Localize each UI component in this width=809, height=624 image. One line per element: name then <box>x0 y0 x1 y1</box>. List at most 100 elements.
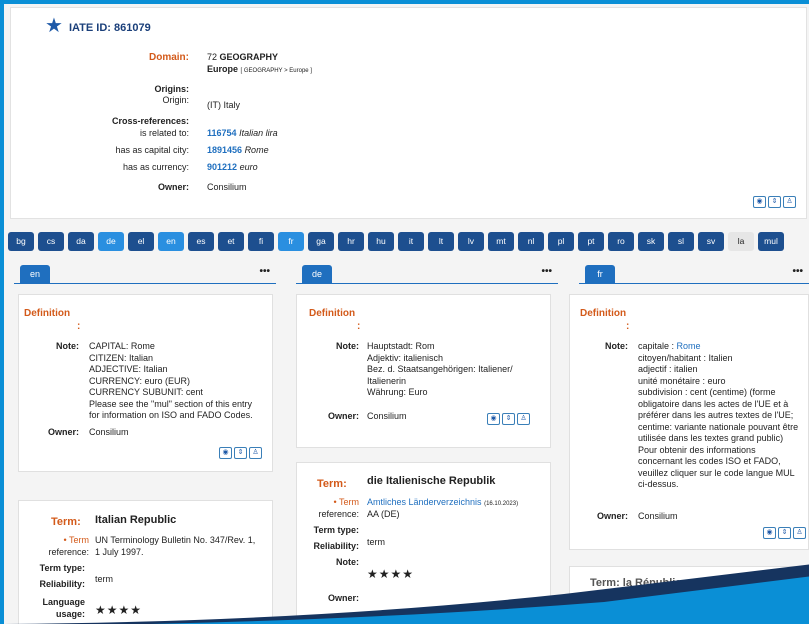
more-dots-icon[interactable]: ••• <box>541 266 552 277</box>
owner-label: Owner: <box>327 411 359 421</box>
domain-sub: Europe [ GEOGRAPHY > Europe ] <box>207 64 312 74</box>
bottom-decoration <box>4 564 809 624</box>
lang-button-lv[interactable]: lv <box>458 232 484 251</box>
view-icon[interactable]: ◉ <box>763 527 776 539</box>
reliability-label: Reliability: <box>313 541 359 551</box>
lang-button-et[interactable]: et <box>218 232 244 251</box>
definition-card: Definition : Note: Hauptstadt: Rom Adjekt… <box>296 294 551 448</box>
lang-button-es[interactable]: es <box>188 232 214 251</box>
person-icon[interactable]: ♙ <box>517 413 530 425</box>
lang-button-pl[interactable]: pl <box>548 232 574 251</box>
column-header: fr ••• <box>579 262 809 284</box>
lang-button-cs[interactable]: cs <box>38 232 64 251</box>
note-line: citoyen/habitant : Italien <box>638 352 733 363</box>
view-icon[interactable]: ◉ <box>219 447 232 459</box>
lang-button-pt[interactable]: pt <box>578 232 604 251</box>
lang-button-hr[interactable]: hr <box>338 232 364 251</box>
view-icon[interactable]: ◉ <box>487 413 500 425</box>
tab-fr[interactable]: fr <box>585 265 615 284</box>
person-icon[interactable]: ♙ <box>783 196 796 208</box>
xref-item[interactable]: 901212 euro <box>207 162 258 172</box>
lang-button-la[interactable]: la <box>728 232 754 251</box>
term-label: Term: <box>317 478 347 490</box>
lang-button-sl[interactable]: sl <box>668 232 694 251</box>
definition-colon: : <box>77 321 81 332</box>
note-line: subdivision : cent (centime) (forme <box>638 387 776 397</box>
xref-rel: has as capital city: <box>115 145 189 155</box>
domain-value: 72 GEOGRAPHY <box>207 52 279 62</box>
lang-button-bg[interactable]: bg <box>8 232 34 251</box>
tab-de[interactable]: de <box>302 265 332 284</box>
lang-button-fr[interactable]: fr <box>278 232 304 251</box>
note-line: CAPITAL: Rome <box>89 341 155 351</box>
note-label: Note: <box>336 341 359 351</box>
note-line: unité monétaire : euro <box>638 375 726 386</box>
card-actions: ◉ ⇕ ♙ <box>763 527 806 539</box>
xref-rel: is related to: <box>139 128 189 138</box>
term-ref-line: UN Terminology Bulletin No. 347/Rev. 1, <box>95 535 256 545</box>
xref-item[interactable]: 1891456 Rome <box>207 145 269 155</box>
tab-en[interactable]: en <box>20 265 50 284</box>
note-line: concernant les codes ISO et FADO, <box>638 456 781 466</box>
expand-icon[interactable]: ⇕ <box>502 413 515 425</box>
lang-button-da[interactable]: da <box>68 232 94 251</box>
lang-button-sv[interactable]: sv <box>698 232 724 251</box>
definition-title: Definition <box>309 308 356 319</box>
expand-icon[interactable]: ⇕ <box>234 447 247 459</box>
definition-title: Definition <box>580 308 627 319</box>
note-line: Italienerin <box>367 375 407 386</box>
more-dots-icon[interactable]: ••• <box>259 266 270 277</box>
lang-button-sk[interactable]: sk <box>638 232 664 251</box>
owner-value: Consilium <box>89 427 129 437</box>
note-label: Note: <box>56 341 79 351</box>
domain-label: Domain: <box>149 52 189 63</box>
lang-button-nl[interactable]: nl <box>518 232 544 251</box>
lang-button-lt[interactable]: lt <box>428 232 454 251</box>
lang-button-ga[interactable]: ga <box>308 232 334 251</box>
lang-button-de[interactable]: de <box>98 232 124 251</box>
origin-label: Origin: <box>162 95 189 105</box>
note-line: for information on ISO and FADO Codes. <box>89 410 253 420</box>
lang-button-it[interactable]: it <box>398 232 424 251</box>
xref-item[interactable]: 116754 Italian lira <box>207 128 278 138</box>
view-icon[interactable]: ◉ <box>753 196 766 208</box>
owner-value: Consilium <box>367 411 407 421</box>
note-line: CURRENCY SUBUNIT: cent <box>89 387 203 397</box>
note-line: CITIZEN: Italian <box>89 352 154 363</box>
definition-title: Definition <box>24 308 71 319</box>
note-line: Please see the "mul" section of this ent… <box>89 398 252 409</box>
definition-colon: : <box>357 321 361 332</box>
header-action-buttons: ◉ ⇕ ♙ <box>753 196 796 208</box>
lang-button-hu[interactable]: hu <box>368 232 394 251</box>
note-line: Hauptstadt: Rom <box>367 341 435 351</box>
expand-icon[interactable]: ⇕ <box>768 196 781 208</box>
note-line: CURRENCY: euro (EUR) <box>89 375 191 386</box>
note-line: Währung: Euro <box>367 387 428 397</box>
expand-icon[interactable]: ⇕ <box>778 527 791 539</box>
person-icon[interactable]: ♙ <box>793 527 806 539</box>
term-ref-label: • Term <box>63 535 90 545</box>
term-ref-label: • Term <box>333 497 360 507</box>
lang-button-mt[interactable]: mt <box>488 232 514 251</box>
lang-button-el[interactable]: el <box>128 232 154 251</box>
lang-button-mul[interactable]: mul <box>758 232 784 251</box>
iate-entry-page: ★ IATE ID: 861079 Domain: 72 GEOGRAPHY E… <box>4 4 809 624</box>
note-line: ci-dessus. <box>638 479 679 489</box>
term-name: die Italienische Republik <box>367 475 496 487</box>
entry-header-card: ★ IATE ID: 861079 Domain: 72 GEOGRAPHY E… <box>10 7 807 219</box>
term-ref-extra: AA (DE) <box>367 509 400 519</box>
definition-card: Definition : Note: CAPITAL: Rome CITIZEN:… <box>18 294 273 472</box>
note-text: CAPITAL: Rome CITIZEN: Italian ADJECTIVE: … <box>89 341 269 422</box>
note-line: obligatoire dans les actes de l'UE et à <box>638 398 789 409</box>
star-icon[interactable]: ★ <box>45 16 63 36</box>
owner-value: Consilium <box>638 511 678 521</box>
capital-link[interactable]: Rome <box>677 341 701 351</box>
note-line: Adjektiv: italienisch <box>367 352 444 363</box>
person-icon[interactable]: ♙ <box>249 447 262 459</box>
owner-value: Consilium <box>207 182 247 192</box>
lang-button-fi[interactable]: fi <box>248 232 274 251</box>
lang-button-en[interactable]: en <box>158 232 184 251</box>
more-dots-icon[interactable]: ••• <box>792 266 803 277</box>
card-actions: ◉ ⇕ ♙ <box>219 447 262 459</box>
lang-button-ro[interactable]: ro <box>608 232 634 251</box>
